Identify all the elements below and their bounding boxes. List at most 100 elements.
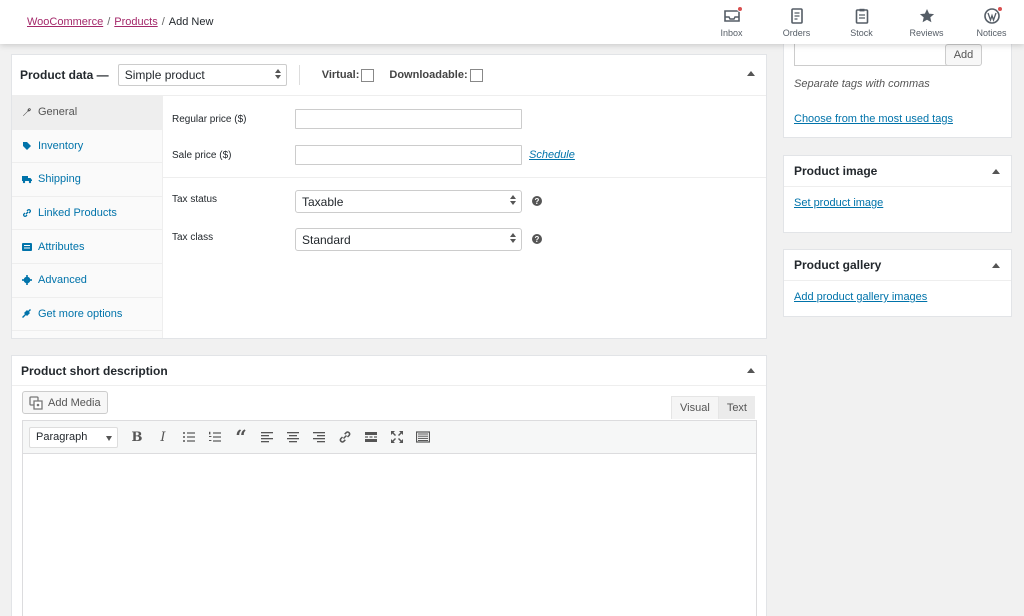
insert-link-button[interactable]	[332, 424, 358, 450]
activity-inbox-label: Inbox	[720, 28, 743, 38]
activity-orders-label: Orders	[782, 28, 811, 38]
blockquote-button[interactable]: “	[228, 424, 254, 450]
short-description-header: Product short description	[12, 356, 766, 386]
virtual-label: Virtual:	[321, 69, 360, 81]
tab-inventory-label: Inventory	[38, 139, 84, 152]
schedule-link[interactable]: Schedule	[529, 149, 575, 161]
read-more-button[interactable]	[358, 424, 384, 450]
editor-mode-tabs: Visual Text	[671, 396, 755, 419]
breadcrumb-products-link[interactable]: Products	[114, 16, 157, 28]
tab-visual[interactable]: Visual	[671, 396, 719, 419]
align-center-icon	[287, 432, 299, 443]
collapse-arrow-icon[interactable]	[747, 71, 755, 76]
activity-stock[interactable]: Stock	[829, 0, 894, 44]
bullet-list-button[interactable]	[176, 424, 202, 450]
tab-shipping[interactable]: Shipping	[12, 163, 162, 197]
align-center-button[interactable]	[280, 424, 306, 450]
collapse-arrow-icon[interactable]	[992, 169, 1000, 174]
tax-class-value: Standard	[302, 232, 351, 247]
tab-linked-products-label: Linked Products	[38, 207, 117, 220]
product-data-title: Product data —	[20, 68, 109, 82]
gear-icon	[21, 275, 32, 286]
product-type-value: Simple product	[124, 68, 205, 82]
tax-class-help-icon[interactable]: ?	[532, 234, 542, 244]
regular-price-label: Regular price ($)	[172, 113, 247, 125]
tab-get-more-options[interactable]: Get more options	[12, 298, 162, 332]
tax-status-row: Tax status Taxable ?	[163, 190, 766, 213]
dropdown-arrow-icon	[106, 435, 112, 441]
virtual-checkbox[interactable]	[361, 68, 375, 82]
tab-attributes[interactable]: Attributes	[12, 230, 162, 264]
tab-linked-products[interactable]: Linked Products	[12, 197, 162, 231]
wrench-icon	[21, 107, 32, 118]
list-icon	[21, 241, 32, 252]
product-data-tabs: General Inventory Shipping Linked Produc…	[12, 96, 163, 338]
wordpress-icon	[983, 6, 1003, 25]
italic-icon: I	[160, 429, 166, 445]
align-left-button[interactable]	[254, 424, 280, 450]
tax-class-label: Tax class	[172, 232, 214, 243]
fields-divider	[163, 177, 766, 178]
add-tag-button[interactable]: Add	[945, 44, 982, 66]
most-used-tags-link[interactable]: Choose from the most used tags	[794, 113, 953, 125]
activity-inbox[interactable]: Inbox	[699, 0, 764, 44]
link-icon	[339, 431, 351, 443]
set-product-image-link[interactable]: Set product image	[794, 197, 883, 209]
align-right-icon	[313, 432, 325, 443]
star-icon	[918, 7, 936, 25]
blockquote-icon: “	[235, 425, 247, 449]
collapse-arrow-icon[interactable]	[747, 368, 755, 373]
tax-status-select[interactable]: Taxable	[295, 190, 522, 213]
product-gallery-header: Product gallery	[784, 250, 1011, 281]
breadcrumb-woocommerce-link[interactable]: WooCommerce	[27, 16, 103, 28]
downloadable-label: Downloadable:	[389, 69, 468, 81]
editor-toolbar: Paragraph B I “	[22, 420, 757, 454]
product-data-panel: Product data — Simple product Virtual: D…	[11, 54, 767, 339]
breadcrumb: WooCommerce / Products / Add New	[27, 16, 213, 28]
tag-input[interactable]	[794, 44, 952, 66]
tab-shipping-label: Shipping	[38, 173, 81, 186]
numbered-list-button[interactable]	[202, 424, 228, 450]
virtual-option: Virtual:	[321, 68, 375, 82]
short-description-panel: Product short description Add Media Visu…	[11, 355, 767, 616]
tab-advanced[interactable]: Advanced	[12, 264, 162, 298]
activity-notices[interactable]: Notices	[959, 0, 1024, 44]
collapse-arrow-icon[interactable]	[992, 263, 1000, 268]
tab-general[interactable]: General	[12, 96, 162, 130]
fullscreen-button[interactable]	[384, 424, 410, 450]
italic-button[interactable]: I	[150, 424, 176, 450]
numbered-list-icon	[209, 431, 221, 442]
product-type-select[interactable]: Simple product	[117, 64, 287, 86]
product-tags-panel: Add Separate tags with commas Choose fro…	[783, 40, 1012, 138]
bold-button[interactable]: B	[124, 424, 150, 450]
tax-class-select[interactable]: Standard	[295, 228, 522, 251]
add-gallery-images-link[interactable]: Add product gallery images	[794, 291, 927, 303]
tab-text[interactable]: Text	[718, 396, 755, 419]
select-arrows-icon	[510, 233, 516, 243]
align-right-button[interactable]	[306, 424, 332, 450]
tab-attributes-label: Attributes	[38, 240, 85, 253]
tax-status-help-icon[interactable]: ?	[532, 196, 542, 206]
short-description-editor[interactable]	[22, 453, 757, 616]
activity-reviews[interactable]: Reviews	[894, 0, 959, 44]
tag-hint: Separate tags with commas	[794, 78, 930, 90]
format-select[interactable]: Paragraph	[29, 426, 118, 448]
regular-price-input[interactable]	[295, 109, 522, 129]
sale-price-input[interactable]	[295, 145, 522, 165]
activity-panel: Inbox Orders Stock Reviews Notices	[699, 0, 1024, 44]
product-gallery-title: Product gallery	[794, 258, 882, 272]
plugin-icon	[21, 308, 32, 319]
product-image-panel: Product image Set product image	[783, 155, 1012, 233]
keyboard-icon	[416, 431, 430, 443]
tab-inventory[interactable]: Inventory	[12, 130, 162, 164]
stock-icon	[853, 7, 871, 25]
breadcrumb-separator: /	[161, 16, 165, 28]
add-media-button[interactable]: Add Media	[22, 391, 108, 414]
downloadable-checkbox[interactable]	[469, 68, 483, 82]
toolbar-toggle-button[interactable]	[410, 424, 436, 450]
bold-icon: B	[131, 429, 143, 445]
add-media-label: Add Media	[48, 396, 101, 409]
read-more-icon	[365, 432, 377, 442]
activity-orders[interactable]: Orders	[764, 0, 829, 44]
align-left-icon	[261, 432, 273, 443]
